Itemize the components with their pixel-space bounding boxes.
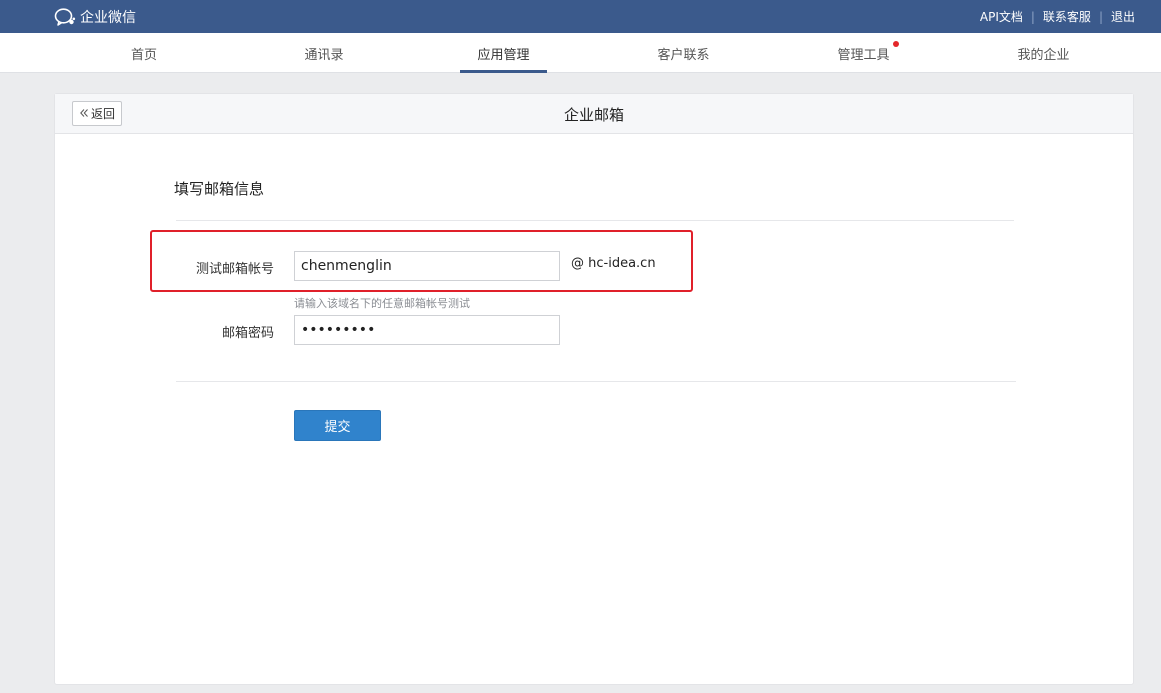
nav-item-label: 通讯录: [304, 47, 344, 63]
logout-link[interactable]: 退出: [1111, 8, 1135, 25]
nav-item-label: 我的企业: [1017, 47, 1070, 63]
contact-support-link[interactable]: 联系客服: [1043, 8, 1091, 25]
nav-item-label: 应用管理: [477, 47, 530, 63]
api-docs-link[interactable]: API文档: [980, 8, 1023, 25]
nav-item-management-tools[interactable]: 管理工具: [820, 33, 907, 73]
back-button[interactable]: 返回: [72, 101, 122, 126]
test-account-input[interactable]: [294, 251, 560, 281]
submit-button[interactable]: 提交: [294, 410, 381, 441]
link-separator: |: [1030, 9, 1035, 24]
account-hint: 请输入该域名下的任意邮箱帐号测试: [294, 297, 470, 310]
panel-header: 返回 企业邮箱: [55, 94, 1133, 134]
section-title: 填写邮箱信息: [174, 180, 265, 198]
nav-item-customer-contact[interactable]: 客户联系: [640, 33, 727, 73]
form-divider: [176, 381, 1016, 382]
nav-item-contacts[interactable]: 通讯录: [288, 33, 360, 73]
email-setup-panel: 返回 企业邮箱 填写邮箱信息 测试邮箱帐号 @ hc-idea.cn 请输入该域…: [54, 93, 1134, 685]
link-separator: |: [1098, 9, 1103, 24]
top-links: API文档 | 联系客服 | 退出: [980, 0, 1135, 33]
nav-item-label: 首页: [130, 47, 157, 63]
nav-item-my-enterprise[interactable]: 我的企业: [1000, 33, 1087, 73]
back-button-label: 返回: [90, 107, 115, 121]
submit-button-label: 提交: [324, 420, 351, 435]
main-nav: 首页 通讯录 应用管理 客户联系 管理工具 我的企业: [0, 33, 1161, 73]
page-title: 企业邮箱: [563, 105, 624, 124]
top-bar: 企业微信 API文档 | 联系客服 | 退出: [0, 0, 1161, 33]
nav-item-app-management[interactable]: 应用管理: [460, 33, 547, 73]
password-input[interactable]: [294, 315, 560, 345]
nav-item-label: 管理工具: [837, 47, 890, 63]
nav-item-home[interactable]: 首页: [114, 33, 174, 73]
nav-item-label: 客户联系: [657, 47, 710, 63]
wecom-logo-icon: [54, 7, 76, 27]
brand-logo[interactable]: 企业微信: [54, 0, 136, 33]
double-chevron-left-icon: [79, 107, 89, 121]
account-field-label: 测试邮箱帐号: [195, 262, 274, 277]
section-divider: [176, 220, 1014, 221]
notification-dot: [893, 41, 899, 47]
email-domain: @ hc-idea.cn: [571, 256, 656, 271]
password-field-label: 邮箱密码: [221, 326, 274, 341]
brand-name: 企业微信: [80, 9, 136, 26]
